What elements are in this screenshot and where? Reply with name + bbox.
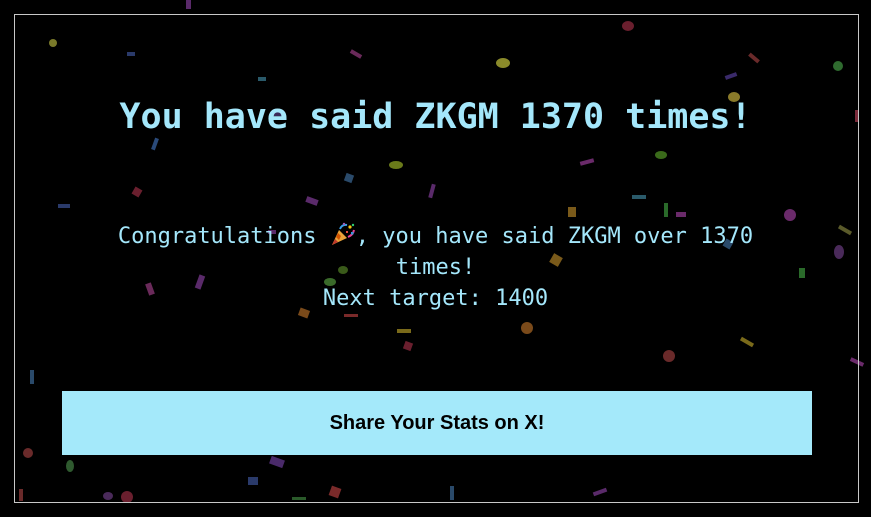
congratulations-suffix: , you have said ZKGM over 1370 times! [355,224,754,280]
share-stats-button[interactable]: Share Your Stats on X! [62,391,812,455]
party-popper-icon [330,222,356,246]
stats-page: You have said ZKGM 1370 times! Congratul… [0,0,871,517]
congratulations-prefix: Congratulations [117,224,317,249]
next-target-label: Next target: 1400 [322,286,549,311]
congratulations-line: Congratulations , you have said ZKGM ove… [80,221,791,283]
congratulations-message: Congratulations , you have said ZKGM ove… [80,221,791,314]
page-title: You have said ZKGM 1370 times! [119,97,752,137]
